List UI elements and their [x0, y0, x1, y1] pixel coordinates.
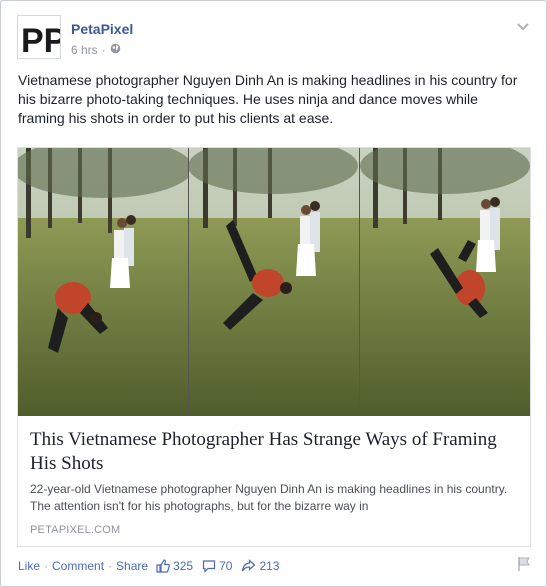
- share-arrow-icon[interactable]: [241, 559, 256, 573]
- separator: ·: [44, 559, 49, 573]
- globe-icon: [110, 43, 121, 57]
- page-name[interactable]: PetaPixel: [71, 21, 133, 37]
- photo-panel-3: [360, 148, 530, 416]
- post-message: Vietnamese photographer Nguyen Dinh An i…: [18, 72, 518, 126]
- post-footer: Like · Comment · Share 325 70 213: [18, 556, 534, 576]
- share-count[interactable]: 213: [259, 559, 279, 573]
- post-meta: 6 hrs ·: [71, 43, 121, 57]
- photo-panel-1: [18, 148, 193, 416]
- petapixel-logo: PP: [21, 22, 60, 58]
- avatar[interactable]: PP: [17, 15, 61, 59]
- separator: ·: [108, 559, 113, 573]
- comment-count[interactable]: 70: [219, 559, 232, 573]
- link-domain: PETAPIXEL.COM: [30, 524, 121, 536]
- flag-icon[interactable]: [516, 556, 532, 575]
- like-button[interactable]: Like: [18, 559, 40, 573]
- timestamp[interactable]: 6 hrs: [71, 43, 98, 57]
- comment-button[interactable]: Comment: [52, 559, 104, 573]
- link-attachment[interactable]: This Vietnamese Photographer Has Strange…: [17, 147, 531, 547]
- link-title[interactable]: This Vietnamese Photographer Has Strange…: [30, 428, 520, 476]
- feed-post: PP PetaPixel 6 hrs · Vietnamese photogra…: [0, 0, 547, 587]
- attachment-photo[interactable]: [18, 148, 530, 416]
- thumbs-up-icon[interactable]: [156, 559, 170, 573]
- comment-icon[interactable]: [202, 559, 216, 573]
- chevron-down-icon[interactable]: [516, 19, 530, 31]
- like-count[interactable]: 325: [173, 559, 193, 573]
- share-button[interactable]: Share: [116, 559, 148, 573]
- post-stats: 325 70 213: [156, 559, 285, 573]
- photo-panel-2: [188, 148, 359, 416]
- link-description: 22-year-old Vietnamese photographer Nguy…: [30, 482, 508, 513]
- post-header: PP PetaPixel 6 hrs ·: [17, 13, 534, 63]
